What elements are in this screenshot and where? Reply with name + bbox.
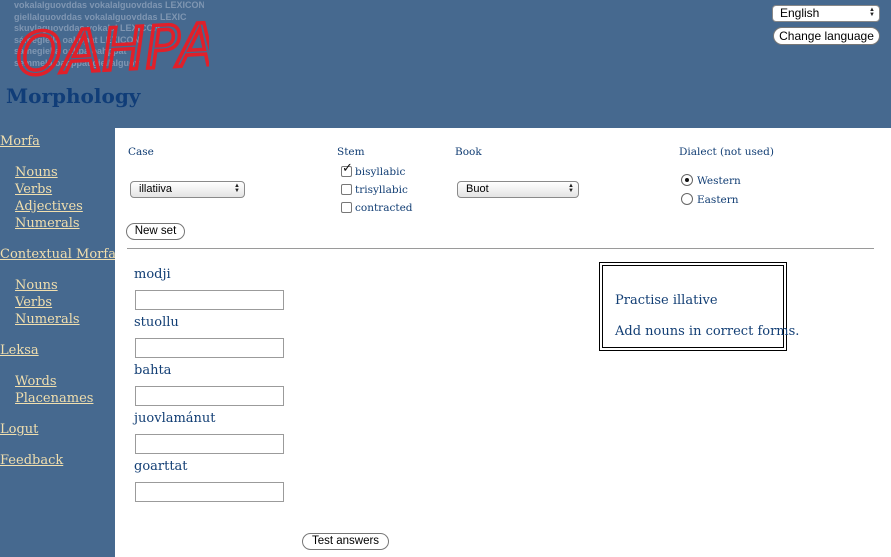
sidebar-item-contextual-morfa[interactable]: Contextual Morfa: [0, 247, 116, 262]
test-answers-button[interactable]: Test answers: [302, 533, 389, 550]
sidebar-item-morfa-nouns[interactable]: Nouns: [15, 165, 58, 180]
page-title: Morphology: [6, 84, 141, 108]
stem-bisyllabic-checkbox[interactable]: [341, 161, 353, 177]
case-label: Case: [128, 146, 154, 158]
dialect-eastern-label: Eastern: [697, 194, 739, 206]
sidebar-item-leksa-words[interactable]: Words: [15, 374, 57, 389]
exercise-word: stuollu: [134, 315, 179, 330]
oahpa-logo[interactable]: OAHPA!: [14, 6, 209, 78]
exercise-word: bahta: [134, 363, 172, 378]
exercise-word: juovlamánut: [134, 411, 216, 426]
stem-label: Stem: [337, 146, 365, 158]
sidebar-item-leksa-placenames[interactable]: Placenames: [15, 391, 93, 406]
sidebar-item-contextual-nouns[interactable]: Nouns: [15, 278, 58, 293]
sidebar-item-leksa[interactable]: Leksa: [0, 343, 39, 358]
answer-input[interactable]: [135, 290, 284, 310]
instruction-text: Add nouns in correct forms.: [615, 324, 800, 339]
instruction-box: Practise illative Add nouns in correct f…: [599, 262, 799, 351]
book-select[interactable]: Buot ▲ ▼: [457, 181, 579, 198]
sidebar: Morfa Nouns Verbs Adjectives Numerals Co…: [0, 128, 116, 557]
oahpa-logo-text: OAHPA!: [15, 9, 209, 78]
dialect-western-label: Western: [697, 175, 741, 187]
language-select[interactable]: English ▲ ▼: [772, 5, 880, 22]
dialect-eastern-radio[interactable]: [681, 193, 693, 205]
stem-contracted-checkbox[interactable]: [341, 202, 352, 213]
dialect-label: Dialect (not used): [679, 146, 774, 158]
sidebar-item-morfa[interactable]: Morfa: [0, 134, 40, 149]
select-arrows-icon: ▲ ▼: [568, 183, 574, 194]
exercise-word: modji: [134, 267, 171, 282]
answer-input[interactable]: [135, 338, 284, 358]
sidebar-item-contextual-numerals[interactable]: Numerals: [15, 312, 80, 327]
main-content: Case illatiiva ▲▼ New set Stem bisyllabi…: [115, 128, 891, 557]
answer-input[interactable]: [135, 482, 284, 502]
answer-input[interactable]: [135, 386, 284, 406]
sidebar-item-logut[interactable]: Logut: [0, 422, 38, 437]
stem-contracted-label: contracted: [355, 202, 413, 214]
exercise-word: goarttat: [134, 459, 188, 474]
answer-input[interactable]: [135, 434, 284, 454]
sidebar-item-morfa-numerals[interactable]: Numerals: [15, 216, 80, 231]
stem-bisyllabic-label: bisyllabic: [355, 166, 406, 178]
divider: [127, 248, 874, 249]
book-label: Book: [455, 146, 482, 158]
select-arrows-icon: ▲ ▼: [234, 183, 240, 194]
dialect-western-radio[interactable]: [681, 174, 693, 186]
stem-trisyllabic-label: trisyllabic: [355, 184, 408, 196]
sidebar-item-feedback[interactable]: Feedback: [0, 453, 63, 468]
sidebar-item-morfa-verbs[interactable]: Verbs: [15, 182, 52, 197]
sidebar-item-contextual-verbs[interactable]: Verbs: [15, 295, 52, 310]
book-select-value: Buot: [466, 183, 489, 195]
header: vokalalguovddas vokalalguovddas LEXICON …: [0, 0, 891, 128]
select-arrows-icon: ▲ ▼: [869, 7, 875, 18]
change-language-button[interactable]: Change language: [773, 27, 880, 45]
stem-trisyllabic-checkbox[interactable]: [341, 184, 352, 195]
sidebar-item-morfa-adjectives[interactable]: Adjectives: [15, 199, 83, 214]
new-set-button[interactable]: New set: [126, 223, 185, 240]
instruction-title: Practise illative: [615, 293, 718, 308]
language-select-value: English: [780, 6, 820, 20]
case-select[interactable]: illatiiva ▲ ▼: [130, 181, 245, 198]
instruction-box-inner: Practise illative Add nouns in correct f…: [602, 265, 799, 348]
case-select-value: illatiiva: [139, 183, 173, 195]
